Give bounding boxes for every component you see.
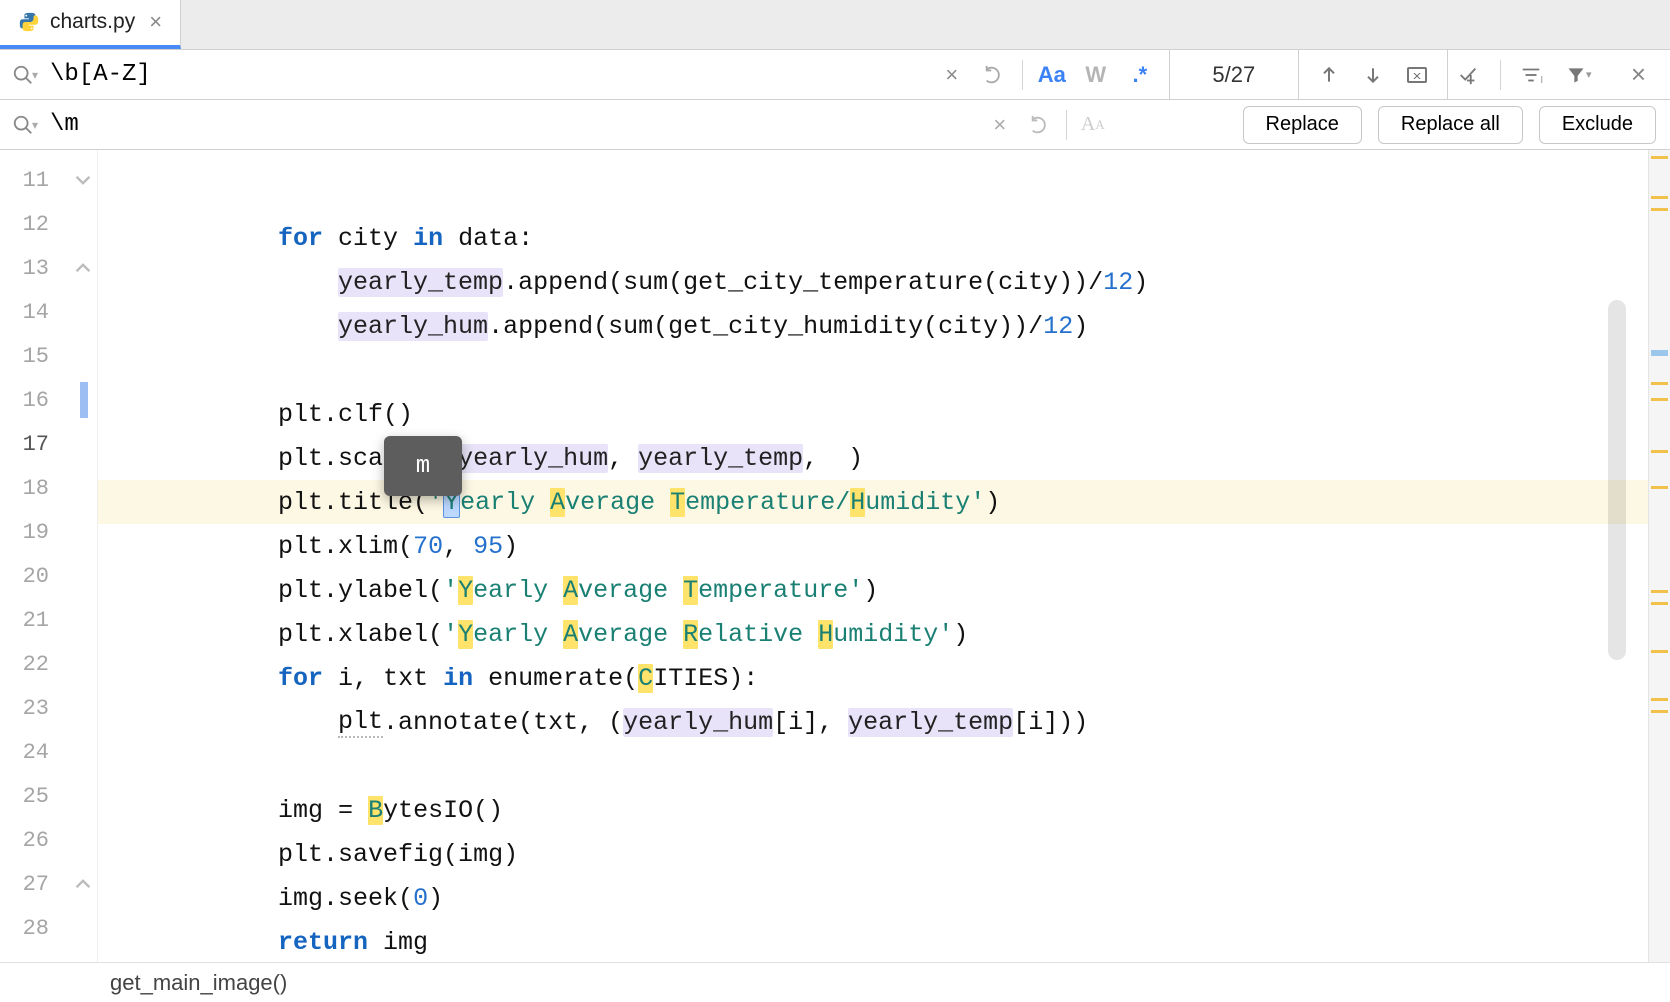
- select-all-occurrences-icon[interactable]: [1395, 55, 1439, 95]
- error-stripe-marker[interactable]: [1651, 650, 1668, 653]
- line-number[interactable]: 20: [0, 554, 97, 598]
- clear-find-icon[interactable]: ×: [932, 55, 972, 95]
- line-number[interactable]: 23: [0, 686, 97, 730]
- error-stripe-marker[interactable]: [1651, 450, 1668, 453]
- fold-expand-icon[interactable]: [75, 172, 91, 188]
- exclude-button[interactable]: Exclude: [1539, 106, 1656, 144]
- replace-bar: ▾ × AA Replace Replace all Exclude: [0, 100, 1670, 150]
- line-number[interactable]: 16: [0, 378, 97, 422]
- python-file-icon: [18, 11, 40, 33]
- code-line[interactable]: yearly_temp.append(sum(get_city_temperat…: [98, 260, 1648, 304]
- code-line[interactable]: img.seek(0): [98, 876, 1648, 920]
- code-line[interactable]: plt.xlabel('Yearly Average Relative Humi…: [98, 612, 1648, 656]
- new-selection-icon[interactable]: [1448, 55, 1488, 95]
- tab-bar: charts.py ×: [0, 0, 1670, 50]
- find-bar: ▾ × Aa W .* 5/27 I ▾: [0, 50, 1670, 100]
- error-stripe-marker[interactable]: [1651, 156, 1668, 159]
- error-stripe-marker[interactable]: [1651, 698, 1668, 701]
- code-line[interactable]: plt.savefig(img): [98, 832, 1648, 876]
- line-number[interactable]: 19: [0, 510, 97, 554]
- line-number[interactable]: 14: [0, 290, 97, 334]
- line-number[interactable]: 18: [0, 466, 97, 510]
- line-number[interactable]: 26: [0, 818, 97, 862]
- line-number[interactable]: 12: [0, 202, 97, 246]
- show-filter-icon[interactable]: I: [1513, 55, 1553, 95]
- find-history-icon[interactable]: [974, 55, 1014, 95]
- filter-funnel-icon[interactable]: ▾: [1559, 55, 1599, 95]
- replace-button[interactable]: Replace: [1243, 106, 1362, 144]
- match-case-toggle[interactable]: Aa: [1031, 55, 1073, 95]
- error-stripe-marker[interactable]: [1651, 710, 1668, 713]
- code-line[interactable]: for city in data:: [98, 216, 1648, 260]
- code-line[interactable]: [98, 348, 1648, 392]
- preserve-case-icon[interactable]: AA: [1073, 105, 1113, 145]
- clear-replace-icon[interactable]: ×: [980, 105, 1020, 145]
- error-stripe-marker[interactable]: [1651, 196, 1668, 199]
- line-number[interactable]: 15: [0, 334, 97, 378]
- line-number[interactable]: 21: [0, 598, 97, 642]
- code-line[interactable]: plt.clf(): [98, 392, 1648, 436]
- gutter: 111213141516171819202122232425262728: [0, 150, 98, 962]
- close-find-panel-icon[interactable]: ×: [1621, 59, 1656, 90]
- line-number[interactable]: 24: [0, 730, 97, 774]
- error-stripe-marker[interactable]: [1651, 208, 1668, 211]
- line-number[interactable]: 11: [0, 158, 97, 202]
- editor-tab[interactable]: charts.py ×: [0, 0, 181, 49]
- replace-all-button[interactable]: Replace all: [1378, 106, 1523, 144]
- line-number[interactable]: 13: [0, 246, 97, 290]
- error-stripe-marker[interactable]: [1651, 382, 1668, 385]
- line-number[interactable]: 22: [0, 642, 97, 686]
- tab-filename: charts.py: [50, 10, 135, 34]
- marker-strip[interactable]: [1648, 150, 1670, 962]
- code-line[interactable]: img = BytesIO(): [98, 788, 1648, 832]
- code-line[interactable]: plt.annotate(txt, (yearly_hum[i], yearly…: [98, 700, 1648, 744]
- code-line[interactable]: yearly_hum.append(sum(get_city_humidity(…: [98, 304, 1648, 348]
- code-line[interactable]: [98, 964, 1648, 1002]
- code-line[interactable]: return img: [98, 920, 1648, 964]
- fold-collapse-icon[interactable]: [75, 260, 91, 276]
- close-tab-icon[interactable]: ×: [145, 9, 166, 35]
- line-number[interactable]: 17: [0, 422, 97, 466]
- line-number[interactable]: 28: [0, 906, 97, 950]
- prev-match-icon[interactable]: [1307, 55, 1351, 95]
- fold-collapse-icon[interactable]: [75, 876, 91, 892]
- find-input[interactable]: [50, 52, 740, 98]
- next-match-icon[interactable]: [1351, 55, 1395, 95]
- whole-words-toggle[interactable]: W: [1075, 55, 1117, 95]
- code-line[interactable]: [98, 744, 1648, 788]
- scrollbar-thumb[interactable]: [1608, 300, 1626, 660]
- regex-toggle[interactable]: .*: [1119, 55, 1161, 95]
- code-line[interactable]: for i, txt in enumerate(CITIES):: [98, 656, 1648, 700]
- code-line[interactable]: plt.ylabel('Yearly Average Temperature'): [98, 568, 1648, 612]
- code-line[interactable]: plt.scatter(yearly_hum, yearly_temp, ): [98, 436, 1648, 480]
- error-stripe-marker[interactable]: [1651, 350, 1668, 356]
- error-stripe-marker[interactable]: [1651, 486, 1668, 489]
- error-stripe-marker[interactable]: [1651, 590, 1668, 593]
- code-line[interactable]: plt.title('Yearly Average Temperature/Hu…: [98, 480, 1648, 524]
- search-icon[interactable]: ▾: [0, 64, 50, 86]
- find-nav: [1299, 55, 1447, 95]
- match-count: 5/27: [1169, 50, 1299, 100]
- replace-search-icon[interactable]: ▾: [0, 114, 50, 136]
- replace-history-icon[interactable]: [1020, 105, 1060, 145]
- line-number[interactable]: 27: [0, 862, 97, 906]
- replace-input[interactable]: [50, 102, 870, 148]
- editor: 111213141516171819202122232425262728 for…: [0, 150, 1670, 962]
- line-number[interactable]: 25: [0, 774, 97, 818]
- code-area[interactable]: for city in data: yearly_temp.append(sum…: [98, 150, 1648, 962]
- code-line[interactable]: plt.xlim(70, 95): [98, 524, 1648, 568]
- error-stripe-marker[interactable]: [1651, 398, 1668, 401]
- error-stripe-marker[interactable]: [1651, 602, 1668, 605]
